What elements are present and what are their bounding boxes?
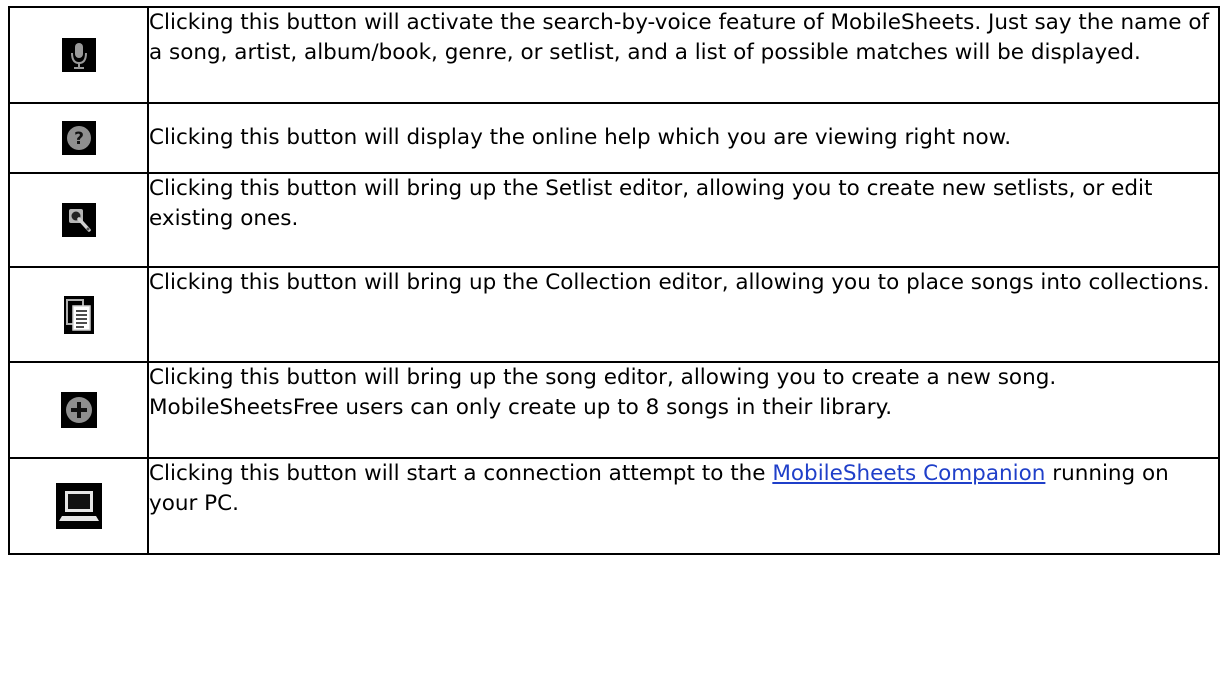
icon-cell [8,457,149,555]
help-question-icon: ? [61,121,96,155]
setlist-editor-icon [61,203,96,237]
microphone-icon [61,38,96,72]
icon-cell [8,266,149,363]
icon-cell: ? [8,102,149,174]
svg-text:?: ? [74,129,84,149]
row-description: Clicking this button will bring up the S… [147,172,1220,268]
computer-connection-icon [55,483,102,529]
row-description: Clicking this button will display the on… [147,102,1220,174]
icon-cell [8,172,149,268]
collection-editor-icon [63,295,94,334]
mobilesheets-companion-link[interactable]: MobileSheets Companion [772,461,1045,486]
icon-cell [8,361,149,459]
icon-cell [8,6,149,104]
row-description: Clicking this button will bring up the C… [147,266,1220,363]
row-description: Clicking this button will start a connec… [147,457,1220,555]
add-song-icon [60,392,97,428]
row-description: Clicking this button will activate the s… [147,6,1220,104]
description-text: Clicking this button will start a connec… [149,461,773,486]
row-description: Clicking this button will bring up the s… [147,361,1220,459]
table-row: Clicking this button will bring up the s… [8,361,1220,459]
help-toolbar-table: Clicking this button will activate the s… [8,6,1220,555]
table-row: ? Clicking this button will display the … [8,102,1220,174]
table-row: Clicking this button will bring up the C… [8,266,1220,363]
table-row: Clicking this button will bring up the S… [8,172,1220,268]
table-row: Clicking this button will activate the s… [8,6,1220,104]
table-row: Clicking this button will start a connec… [8,457,1220,555]
